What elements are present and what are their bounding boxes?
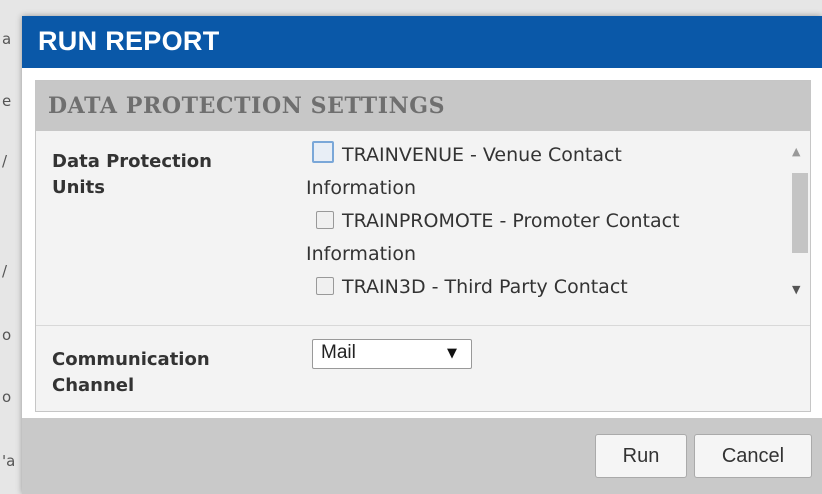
label-line: Units [52,177,105,198]
background-text: a [2,30,12,48]
data-protection-panel: DATA PROTECTION SETTINGS Data Protection… [35,80,811,412]
unit-label: TRAINVENUE - Venue Contact [342,144,622,166]
panel-title: DATA PROTECTION SETTINGS [48,93,446,119]
background-text: / [2,262,8,280]
background-text: 'a [2,452,16,470]
background-text: o [2,388,12,406]
unit-item-trainvenue[interactable]: TRAINVENUE - Venue Contact [312,139,622,172]
units-scrollbar[interactable]: ▲ ▼ [788,139,810,305]
trainvenue-checkbox[interactable] [312,141,334,163]
background-text: / [2,152,8,170]
communication-channel-label: Communication Channel [52,347,210,399]
label-line: Communication [52,349,210,370]
row-divider [36,325,810,326]
label-line: Channel [52,375,135,396]
communication-channel-select[interactable]: Mail ▼ [312,339,472,369]
dialog-footer: Run Cancel [22,418,822,494]
unit-item-trainvenue-cont: Information [306,177,416,199]
unit-item-trainpromote[interactable]: TRAINPROMOTE - Promoter Contact [316,205,680,238]
dialog-header: RUN REPORT [22,16,822,68]
data-protection-units-list[interactable]: TRAINVENUE - Venue Contact Information T… [306,139,788,305]
panel-header: DATA PROTECTION SETTINGS [36,81,810,131]
unit-label: TRAIN3D - Third Party Contact [342,276,628,298]
dialog-title: RUN REPORT [38,26,220,56]
scrollbar-thumb[interactable] [792,173,808,253]
triangle-down-icon[interactable]: ▼ [792,283,800,296]
cancel-button[interactable]: Cancel [694,434,812,478]
dialog-body: DATA PROTECTION SETTINGS Data Protection… [22,68,822,426]
background-text: e [2,92,12,110]
unit-label: TRAINPROMOTE - Promoter Contact [342,210,680,232]
label-line: Data Protection [52,151,212,172]
data-protection-units-label: Data Protection Units [52,149,212,201]
train3d-checkbox[interactable] [316,277,334,295]
unit-item-trainpromote-cont: Information [306,243,416,265]
run-report-dialog: RUN REPORT DATA PROTECTION SETTINGS Data… [22,16,822,494]
triangle-up-icon[interactable]: ▲ [792,145,800,158]
background-text: o [2,326,12,344]
unit-item-train3d[interactable]: TRAIN3D - Third Party Contact [316,271,628,304]
run-button[interactable]: Run [595,434,687,478]
triangle-down-icon: ▼ [447,346,457,361]
trainpromote-checkbox[interactable] [316,211,334,229]
select-value: Mail [321,342,356,363]
